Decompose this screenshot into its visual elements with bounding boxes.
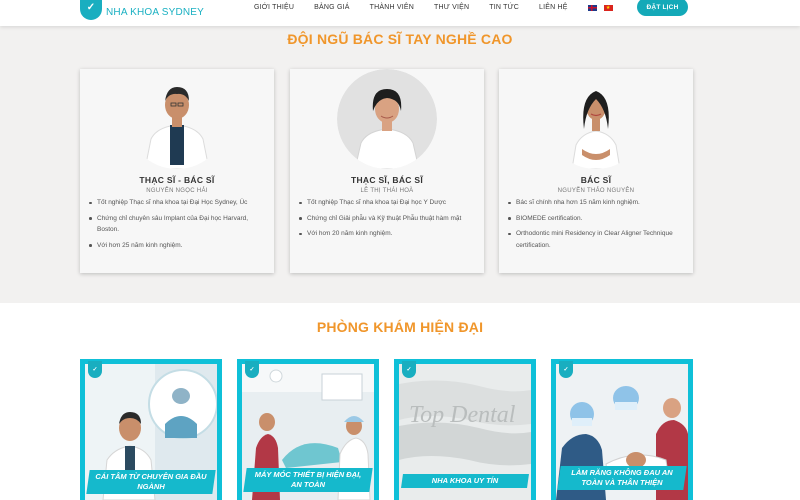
doctor-name: NGUYỄN NGỌC HẢI [146, 188, 208, 194]
doctor-name: LÊ THỊ THÁI HOÀ [360, 188, 414, 194]
flag-vn-icon[interactable]: ★ [603, 4, 613, 11]
doctor-role: THẠC SĨ, BÁC SĨ [350, 175, 424, 185]
nav-item-tin-tuc[interactable]: TIN TỨC [489, 4, 519, 11]
credential-item: Tốt nghiệp Thạc sĩ nha khoa tại Đại học … [299, 197, 474, 209]
clinic-tile-caption: LÀM RĂNG KHÔNG ĐAU AN TOÀN VÀ THÂN THIỆN [557, 466, 687, 490]
credential-item: Tốt nghiệp Thạc sĩ nha khoa tại Đại Học … [89, 197, 264, 209]
nav-item-lien-he[interactable]: LIÊN HỆ [539, 4, 568, 11]
clinic-tile-caption: NHA KHOA UY TÍN [401, 474, 529, 488]
doctors-section: ĐỘI NGŨ BÁC SĨ TAY NGHỀ CAO THẠC SĨ - BÁ… [0, 26, 800, 303]
doctors-section-title: ĐỘI NGŨ BÁC SĨ TAY NGHỀ CAO [287, 31, 513, 47]
book-appointment-button[interactable]: ĐẶT LỊCH [637, 0, 688, 16]
nav-item-thu-vien[interactable]: THƯ VIỆN [434, 4, 469, 11]
credential-item: Với hơn 20 năm kinh nghiệm. [299, 228, 474, 240]
brand-name: NHA KHOA SYDNEY [106, 6, 205, 18]
nav-item-thanh-vien[interactable]: THÀNH VIÊN [370, 4, 414, 11]
credential-item: Orthodontic mini Residency in Clear Alig… [508, 228, 683, 251]
site-header: ✓ NHA KHOA SYDNEY GIỚI THIỆU BẢNG GIÁ TH… [0, 0, 800, 26]
credential-item: Với hơn 25 năm kinh nghiệm. [89, 240, 264, 252]
tooth-logo-icon: ✓ [80, 0, 102, 20]
clinic-section-title: PHÒNG KHÁM HIỆN ĐẠI [316, 319, 484, 335]
clinic-tile[interactable]: ✓ CÁI TÂM TỪ CHUYÊN GIA ĐẦU NGÀNH [80, 359, 222, 500]
doctor-photo [546, 69, 646, 169]
clinic-section: PHÒNG KHÁM HIỆN ĐẠI ✓ CÁI TÂM TỪ CHUYÊN … [0, 303, 800, 500]
clinic-tile[interactable]: ✓ LÀM RĂNG KHÔNG ĐAU AN TOÀN VÀ THÂN THI… [551, 359, 693, 500]
doctor-card: THẠC SĨ - BÁC SĨ NGUYỄN NGỌC HẢI Tốt ngh… [80, 69, 274, 273]
main-nav: GIỚI THIỆU BẢNG GIÁ THÀNH VIÊN THƯ VIỆN … [254, 4, 620, 11]
doctor-card: THẠC SĨ, BÁC SĨ LÊ THỊ THÁI HOÀ Tốt nghi… [290, 69, 484, 273]
brand-logo[interactable]: ✓ NHA KHOA SYDNEY [80, 0, 204, 20]
clinic-tile-caption: MÁY MÓC THIẾT BỊ HIỆN ĐẠI, AN TOÀN [243, 468, 373, 492]
credential-item: Chứng chỉ Giải phẫu và Kỹ thuật Phẫu thu… [299, 213, 474, 225]
credential-item: Bác sĩ chính nha hơn 15 năm kinh nghiệm. [508, 197, 683, 209]
nav-item-gioi-thieu[interactable]: GIỚI THIỆU [254, 4, 294, 11]
doctor-credentials: Tốt nghiệp Thạc sĩ nha khoa tại Đại học … [299, 197, 474, 244]
doctor-photo [337, 69, 437, 169]
doctor-card: BÁC SĨ NGUYỄN THẢO NGUYÊN Bác sĩ chính n… [499, 69, 693, 273]
doctor-credentials: Tốt nghiệp Thạc sĩ nha khoa tại Đại Học … [89, 197, 264, 255]
doctor-photo [127, 69, 227, 169]
clinic-tile-caption: CÁI TÂM TỪ CHUYÊN GIA ĐẦU NGÀNH [86, 470, 216, 494]
tooth-logo-icon: ✓ [559, 361, 573, 378]
doctor-name: NGUYỄN THẢO NGUYÊN [557, 188, 635, 194]
credential-item: Chứng chỉ chuyên sâu Implant của Đại học… [89, 213, 264, 236]
doctor-role: THẠC SĨ - BÁC SĨ [139, 175, 215, 185]
nav-item-bang-gia[interactable]: BẢNG GIÁ [314, 4, 349, 11]
signage-text: Top Dental [409, 402, 516, 428]
doctor-credentials: Bác sĩ chính nha hơn 15 năm kinh nghiệm.… [508, 197, 683, 255]
flag-en-icon[interactable] [587, 4, 597, 11]
clinic-tile[interactable]: ✓ MÁY MÓC THIẾT BỊ HIỆN ĐẠI, AN TOÀN [237, 359, 379, 500]
clinic-tile[interactable]: Top Dental ✓ NHA KHOA UY TÍN [394, 359, 536, 500]
tooth-logo-icon: ✓ [245, 361, 259, 378]
doctor-role: BÁC SĨ [580, 175, 612, 185]
tooth-logo-icon: ✓ [402, 361, 416, 378]
tooth-logo-icon: ✓ [88, 361, 102, 378]
credential-item: BIOMEDE certification. [508, 213, 683, 225]
